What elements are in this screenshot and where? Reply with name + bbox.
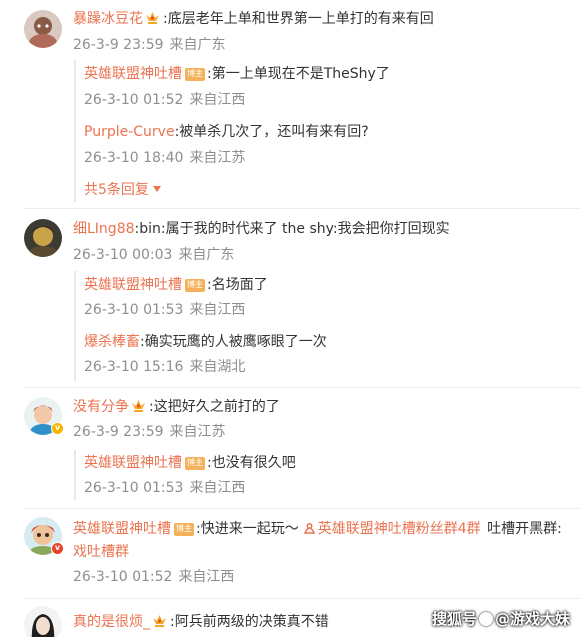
divider [24,508,580,509]
reply-meta: 26-3-10 01:52 来自江西 [84,90,245,110]
timestamp: 26-3-10 01:53 [84,480,184,496]
comment-text: :这把好久之前打的了 [149,399,280,415]
reply-line: Purple-Curve:被单杀几次了，还叫有来有回? [84,122,369,142]
username[interactable]: 没有分争 [73,399,129,415]
reply-list: 英雄联盟神吐槽 博主:也没有很久吧 26-3-10 01:53 来自江西 [74,450,564,500]
fan-group-icon [303,523,315,534]
fan-group-link[interactable]: 英雄联盟神吐槽粉丝群4群 [318,521,481,537]
divider [24,387,580,388]
watermark-account: 游戏大妹 [509,610,570,628]
avatar-image [24,606,62,637]
username[interactable]: 真的是很烦_ [73,614,150,630]
location: 来自湖北 [189,359,246,375]
comment-text: :bin:属于我的时代来了 the shy:我会把你打回现实 [134,221,450,237]
comment-line: 细LIng88:bin:属于我的时代来了 the shy:我会把你打回现实 [73,219,450,239]
comment-line: 没有分争 :这把好久之前打的了 [73,397,280,417]
caret-down-icon [152,186,161,192]
avatar[interactable] [24,219,62,257]
username[interactable]: 暴躁冰豆花 [73,11,143,27]
reply-username[interactable]: 英雄联盟神吐槽 [84,277,182,293]
reply-list: 英雄联盟神吐槽 博主:第一上单现在不是TheShy了 26-3-10 01:52 来… [74,60,564,202]
timestamp: 26-3-10 00:03 [73,247,173,263]
location: 来自江西 [178,569,235,585]
reply-text: :也没有很久吧 [207,455,296,471]
comment-line: 戏吐槽群 [73,542,129,562]
paw-icon [478,612,493,626]
more-replies-link[interactable]: 共5条回复 [84,180,161,200]
timestamp: 26-3-9 23:59 [73,424,164,440]
reply-text: :确实玩鹰的人被鹰啄眼了一次 [140,334,327,350]
group-link[interactable]: 戏吐槽群 [73,544,129,560]
location: 来自江西 [189,302,246,318]
location: 来自江西 [189,480,246,496]
divider [24,598,580,599]
comment-line: 暴躁冰豆花 :底层老年上单和世界第一上单打的有来有回 [73,9,434,29]
crown-icon [153,615,166,627]
location: 来自江苏 [169,424,226,440]
watermark-source: 搜狐号 [431,610,477,628]
watermark-at: @ [494,610,510,628]
reply-line: 英雄联盟神吐槽 博主:第一上单现在不是TheShy了 [84,64,390,84]
timestamp: 26-3-9 23:59 [73,37,164,53]
comment-text: :底层老年上单和世界第一上单打的有来有回 [163,11,434,27]
comment-text: :阿兵前两级的决策真不错 [170,614,329,630]
avatar[interactable] [24,606,62,637]
verified-badge-icon: v [51,542,64,555]
verified-badge-icon: v [51,422,64,435]
comment-meta: 26-3-10 00:03 来自广东 [73,245,234,265]
comment-meta: 26-3-9 23:59 来自广东 [73,35,226,55]
comment-meta: 26-3-10 01:52 来自江西 [73,567,234,587]
blogger-tag: 博主 [185,68,205,81]
avatar[interactable] [24,10,62,48]
reply-list: 英雄联盟神吐槽 博主:名场面了 26-3-10 01:53 来自江西 爆杀棒畜:确实… [74,271,564,381]
reply-line: 爆杀棒畜:确实玩鹰的人被鹰啄眼了一次 [84,332,327,352]
timestamp: 26-3-10 15:16 [84,359,184,375]
reply-username[interactable]: 爆杀棒畜 [84,334,140,350]
reply-username[interactable]: 英雄联盟神吐槽 [84,455,182,471]
username[interactable]: 英雄联盟神吐槽 [73,521,171,537]
timestamp: 26-3-10 18:40 [84,150,184,166]
reply-meta: 26-3-10 18:40 来自江苏 [84,148,245,168]
watermark: 搜狐号 @游戏大妹 [432,607,570,631]
comment-line: 真的是很烦_ :阿兵前两级的决策真不错 [73,612,329,632]
comment-text: 吐槽开黑群: [487,521,562,537]
blogger-tag: 博主 [185,457,205,470]
location: 来自江西 [189,92,246,108]
timestamp: 26-3-10 01:53 [84,302,184,318]
divider [24,208,580,209]
blogger-tag: 博主 [185,279,205,292]
avatar-image [24,219,62,257]
reply-username[interactable]: Purple-Curve [84,124,175,140]
location: 来自江苏 [189,150,246,166]
crown-icon [146,12,159,24]
timestamp: 26-3-10 01:52 [84,92,184,108]
reply-text: :第一上单现在不是TheShy了 [207,66,390,82]
reply-line: 英雄联盟神吐槽 博主:也没有很久吧 [84,453,296,473]
comment-text: :快进来一起玩～ [196,521,299,537]
reply-meta: 26-3-10 01:53 来自江西 [84,478,245,498]
reply-text: :名场面了 [207,277,268,293]
comment-meta: 26-3-9 23:59 来自江苏 [73,422,226,442]
timestamp: 26-3-10 01:52 [73,569,173,585]
crown-icon [132,400,145,412]
reply-meta: 26-3-10 15:16 来自湖北 [84,357,245,377]
reply-text: :被单杀几次了，还叫有来有回? [174,124,369,140]
more-replies-label: 共5条回复 [84,182,149,198]
blogger-tag: 博主 [174,523,194,536]
reply-username[interactable]: 英雄联盟神吐槽 [84,66,182,82]
avatar-image [24,10,62,48]
location: 来自广东 [178,247,235,263]
reply-meta: 26-3-10 01:53 来自江西 [84,300,245,320]
username[interactable]: 细LIng88 [73,221,135,237]
comment-line: 英雄联盟神吐槽 博主:快进来一起玩～ 英雄联盟神吐槽粉丝群4群 吐槽开黑群: [73,519,562,539]
reply-line: 英雄联盟神吐槽 博主:名场面了 [84,275,268,295]
location: 来自广东 [169,37,226,53]
